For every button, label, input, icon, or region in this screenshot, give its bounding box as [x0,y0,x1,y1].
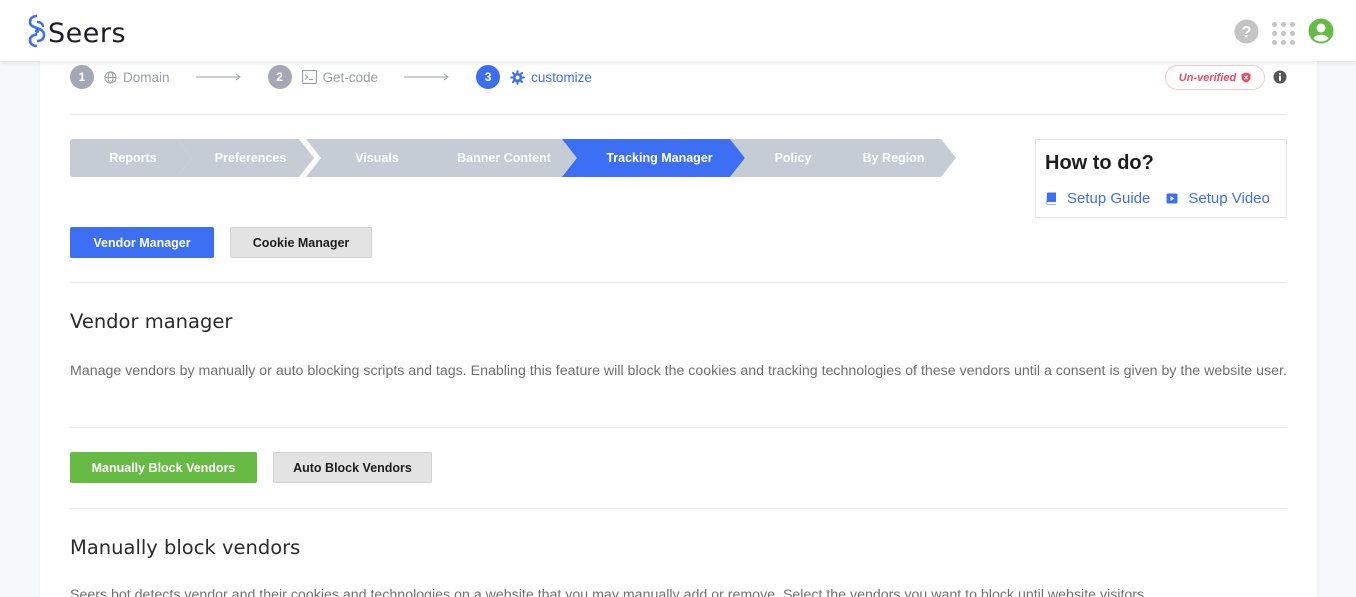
vendor-manager-heading: Vendor manager [70,310,233,333]
tab-preferences[interactable]: Preferences [177,139,314,177]
shield-icon [1241,72,1251,83]
user-account-icon[interactable] [1308,18,1334,49]
seers-logo-icon [27,14,47,53]
setup-video-label: Setup Video [1188,190,1270,207]
arrow-right-icon [195,73,242,81]
tab-reports[interactable]: Reports [70,139,192,177]
step-label: customize [531,69,592,85]
apps-grid-icon[interactable] [1272,22,1295,45]
info-icon[interactable] [1273,70,1287,89]
step-number: 3 [476,65,501,89]
step-customize[interactable]: 3 customize [476,65,592,89]
setup-guide-link[interactable]: Setup Guide [1046,190,1150,207]
manual-block-description: Seers bot detects vendor and their cooki… [70,587,1145,597]
auto-block-vendors-button[interactable]: Auto Block Vendors [273,452,432,483]
cookie-manager-button[interactable]: Cookie Manager [230,227,372,258]
gear-icon [510,69,525,85]
vendor-manager-button[interactable]: Vendor Manager [70,227,214,258]
unverified-badge[interactable]: Un-verified [1165,65,1265,90]
seers-logo[interactable]: Seers [27,14,126,53]
step-label: Domain [123,69,170,85]
manual-block-heading: Manually block vendors [70,536,301,559]
step-get-code[interactable]: 2 Get-code [267,65,379,89]
setup-video-link[interactable]: Setup Video [1166,190,1270,207]
step-number: 2 [267,65,292,89]
step-domain[interactable]: 1 Domain [70,65,170,89]
help-icon[interactable]: ? [1234,18,1259,49]
tab-by-region[interactable]: By Region [821,139,956,177]
customize-tabs: Reports Preferences Visuals Banner Conte… [70,139,960,177]
manually-block-vendors-button[interactable]: Manually Block Vendors [70,452,257,483]
seers-logo-text: Seers [48,18,127,49]
divider [70,282,1287,283]
svg-text:?: ? [1242,23,1252,41]
divider [70,508,1287,509]
video-icon [1166,193,1188,204]
how-to-links: Setup Guide Setup Video [1046,190,1270,207]
globe-icon [104,70,117,84]
tab-banner-content[interactable]: Banner Content [409,139,585,177]
how-to-panel: How to do? Setup Guide Setup Video [1035,139,1287,218]
divider [70,114,1287,115]
book-icon [1046,192,1067,205]
tab-policy[interactable]: Policy [730,139,838,177]
arrow-right-icon [404,73,450,81]
divider [70,427,1287,428]
top-icons: ? [1234,18,1334,49]
step-label: Get-code [322,69,379,85]
step-number: 1 [70,65,94,89]
setup-stepper: 1 Domain 2 Get-code 3 customize [70,65,592,89]
how-to-title: How to do? [1045,152,1154,174]
vendor-manager-description: Manage vendors by manually or auto block… [70,363,1287,379]
top-bar: Seers ? [0,0,1356,61]
terminal-icon [301,70,317,84]
badge-label: Un-verified [1178,71,1237,84]
tab-tracking-manager[interactable]: Tracking Manager [562,139,745,177]
setup-guide-label: Setup Guide [1067,190,1151,207]
